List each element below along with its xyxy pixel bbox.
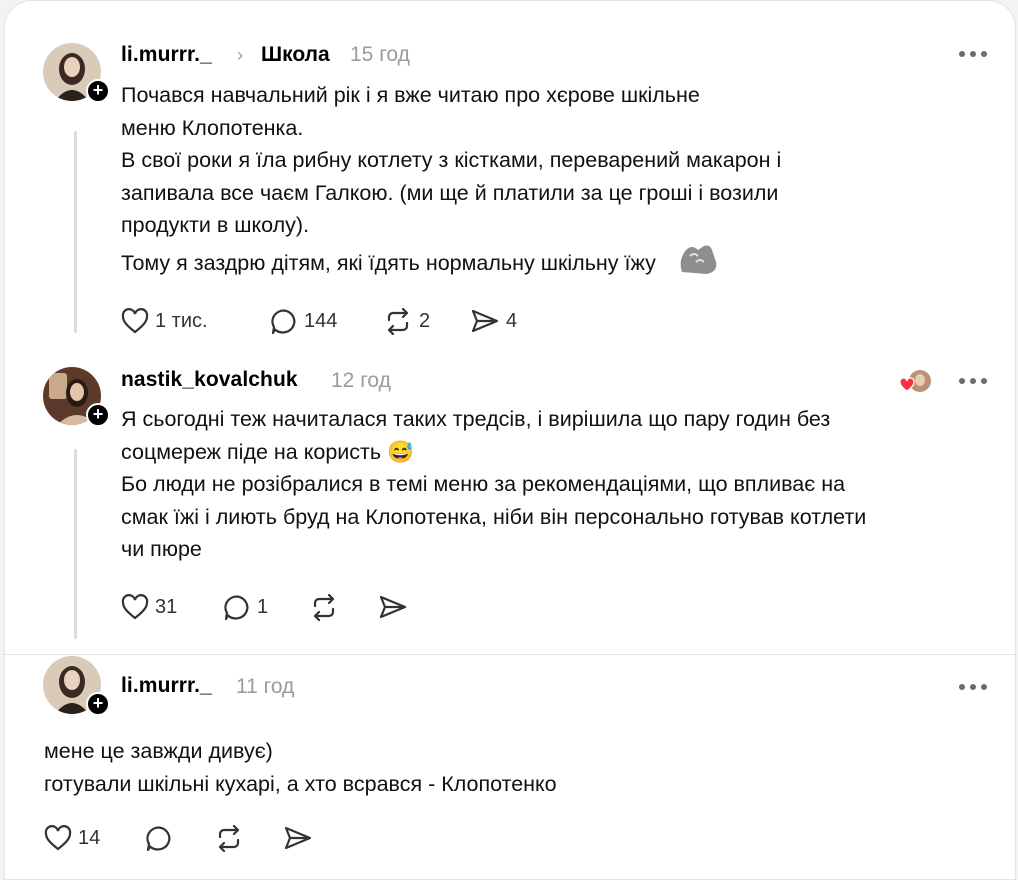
like-button[interactable]: 14 [44, 825, 100, 851]
like-count: 31 [155, 595, 178, 618]
topic-tag[interactable]: Школа [261, 43, 330, 67]
reply-button[interactable]: 144 [270, 308, 337, 335]
reply-icon [146, 826, 171, 852]
like-button[interactable]: 31 [121, 594, 177, 620]
send-icon [471, 309, 499, 333]
chevron-right-icon: › [237, 45, 243, 65]
post-line: Бо люди не розібралися в темі меню за ре… [121, 472, 846, 496]
heart-icon [121, 308, 149, 334]
username[interactable]: li.murrr._ [121, 43, 212, 67]
repost-icon [313, 594, 335, 621]
reply-text: Я сьогодні теж начиталася таких тредсів,… [121, 403, 866, 566]
repost-icon [218, 825, 240, 852]
post-time: 12 год [331, 369, 391, 392]
post-text: Почався навчальний рік і я вже читаю про… [121, 79, 781, 279]
repost-button[interactable] [214, 825, 244, 852]
author-liked-icon [899, 370, 931, 392]
share-button[interactable]: 4 [470, 308, 517, 334]
send-icon [284, 826, 312, 850]
thread-line [74, 131, 77, 333]
reply-button[interactable]: 1 [223, 594, 268, 621]
post-line: меню Клопотенка. [121, 115, 304, 140]
follow-plus-icon[interactable]: + [86, 79, 110, 103]
clapping-hands-icon [680, 245, 717, 274]
heart-icon [44, 825, 72, 851]
repost-button[interactable] [309, 594, 339, 621]
like-count: 1 тис. [155, 309, 208, 332]
avatar[interactable]: + [43, 656, 110, 716]
liked-by-author-badge [899, 369, 932, 395]
send-icon [379, 595, 407, 619]
post-time: 15 год [350, 43, 410, 66]
username[interactable]: li.murrr._ [121, 674, 212, 698]
post-line: чи пюре [121, 537, 202, 561]
reply-icon [271, 309, 296, 335]
post-line: готували шкільні кухарі, а хто всрався -… [44, 771, 557, 796]
repost-icon [387, 308, 409, 335]
thread-line [74, 449, 77, 639]
follow-plus-icon[interactable]: + [86, 403, 110, 427]
share-count: 4 [506, 309, 518, 332]
avatar[interactable]: + [43, 43, 110, 103]
like-count: 14 [78, 826, 101, 849]
post-divider [5, 654, 1015, 655]
reply-button[interactable] [145, 825, 173, 852]
share-button[interactable] [283, 825, 313, 851]
more-options-icon[interactable] [959, 49, 989, 59]
repost-count: 2 [419, 310, 431, 332]
heart-icon [121, 594, 149, 620]
follow-plus-icon[interactable]: + [86, 692, 110, 716]
more-options-icon[interactable] [959, 376, 989, 386]
repost-button[interactable]: 2 [383, 308, 430, 335]
post-line: В свої роки я їла рибну котлету з кістка… [121, 148, 782, 172]
username[interactable]: nastik_kovalchuk [121, 368, 298, 392]
share-button[interactable] [378, 594, 408, 620]
like-button[interactable]: 1 тис. [121, 308, 208, 334]
post-line: соцмереж піде на користь 😅 [121, 439, 414, 464]
reply-count: 144 [304, 310, 338, 332]
post-line: Тому я заздрю дітям, які їдять нормальну… [121, 250, 656, 275]
post-line: мене це завжди дивує) [44, 739, 273, 763]
reply-count: 1 [257, 596, 269, 618]
thread-card: + li.murrr._ › Школа 15 год Почався навч… [4, 0, 1016, 880]
post-line: продукти в школу). [121, 213, 310, 237]
post-line: Я сьогодні теж начиталася таких тредсів,… [121, 407, 831, 431]
post-line: запивала все чаєм Галкою. (ми ще й плати… [121, 180, 779, 205]
reply-icon [224, 595, 249, 621]
post-text: мене це завжди дивує) готували шкільні к… [44, 735, 557, 800]
post-line: смак їжі і лиють бруд на Клопотенка, ніб… [121, 504, 867, 529]
post-time: 11 год [236, 675, 295, 698]
post-line: Почався навчальний рік і я вже читаю про… [121, 83, 700, 107]
more-options-icon[interactable] [959, 682, 989, 692]
avatar[interactable]: + [43, 367, 110, 427]
